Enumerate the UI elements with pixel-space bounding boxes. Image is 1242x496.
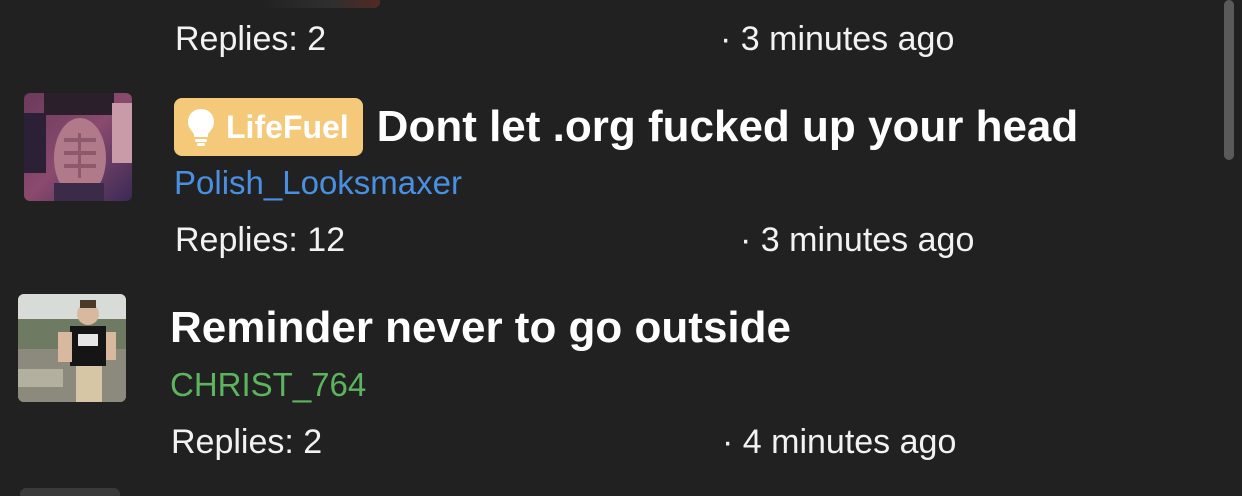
previous-thread-avatar-edge: [260, 0, 380, 8]
prefix-label: LifeFuel: [226, 108, 349, 145]
thread-title-line: LifeFuel Dont let .org fucked up your he…: [174, 98, 1078, 156]
prefix-badge-lifefuel[interactable]: LifeFuel: [174, 98, 363, 156]
lightbulb-icon: [188, 109, 214, 146]
scrollbar[interactable]: [1224, 0, 1234, 160]
thread-replies: Replies: 12: [175, 221, 346, 259]
thread-time: · 4 minutes ago: [722, 423, 957, 461]
thread-title[interactable]: Dont let .org fucked up your head: [377, 102, 1079, 152]
thread-title-line: Reminder never to go outside: [170, 303, 791, 353]
thread-time: · 3 minutes ago: [740, 221, 975, 259]
thread-author[interactable]: Polish_Looksmaxer: [174, 164, 462, 202]
previous-thread-time: · 3 minutes ago: [720, 20, 955, 58]
avatar[interactable]: [18, 294, 126, 402]
next-thread-avatar-edge: [20, 488, 120, 496]
thread-author[interactable]: CHRIST_764: [170, 366, 366, 404]
thread-replies: Replies: 2: [171, 423, 323, 461]
previous-thread-replies: Replies: 2: [175, 20, 327, 58]
thread-list: Replies: 2 · 3 minutes ago LifeFuel Dont…: [0, 0, 1242, 496]
avatar[interactable]: [24, 93, 132, 201]
thread-title[interactable]: Reminder never to go outside: [170, 303, 791, 353]
